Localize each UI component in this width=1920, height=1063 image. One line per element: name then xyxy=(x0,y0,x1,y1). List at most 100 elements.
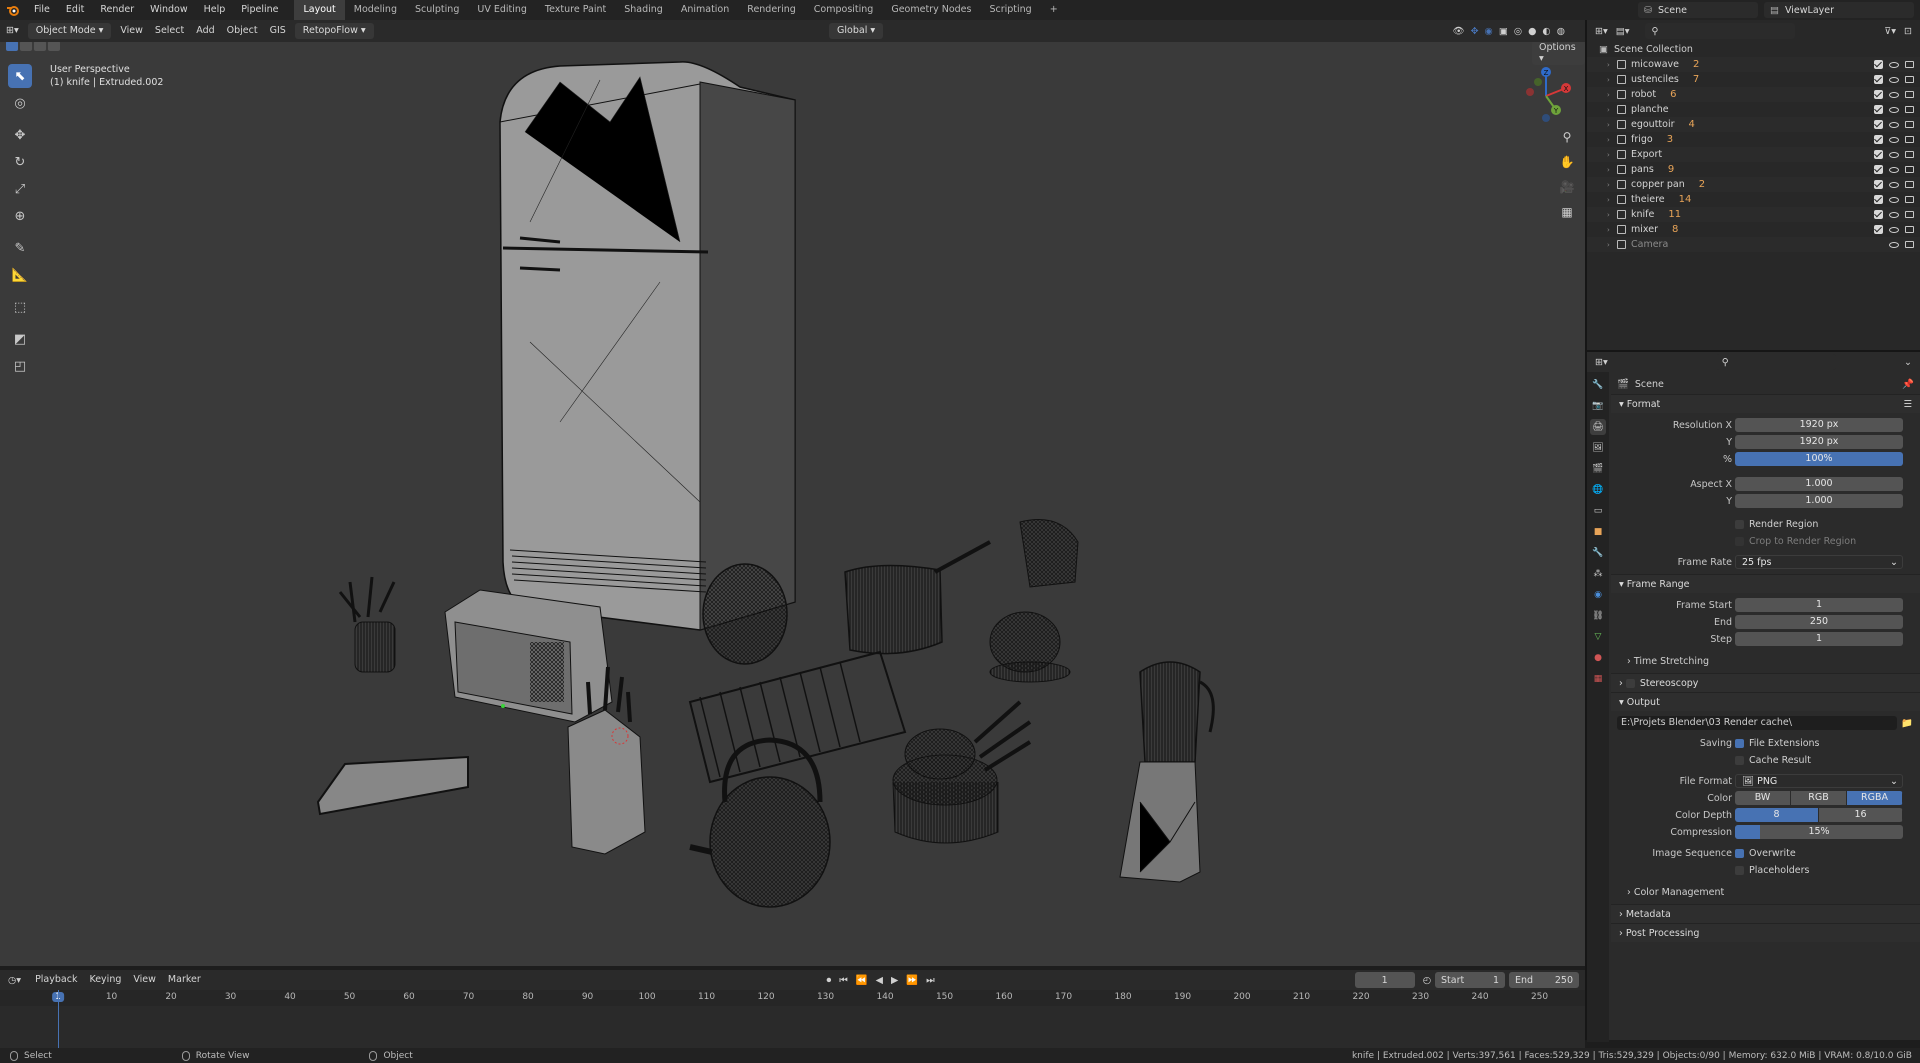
expand-arrow-icon[interactable]: › xyxy=(1607,241,1610,249)
expand-arrow-icon[interactable]: › xyxy=(1607,121,1610,129)
camera-render-icon[interactable] xyxy=(1905,151,1914,158)
chevron-down-icon[interactable]: ⌄ xyxy=(1904,357,1912,368)
file-format-dropdown[interactable]: 🖼 PNG ⌄ xyxy=(1735,774,1903,788)
properties-search-input[interactable]: ⚲ xyxy=(1715,354,1836,370)
menu-help[interactable]: Help xyxy=(196,0,234,20)
next-keyframe-icon[interactable]: ⏩ xyxy=(906,975,918,986)
resolution-x-field[interactable]: 1920 px xyxy=(1735,418,1903,432)
pans-mesh[interactable] xyxy=(892,700,1032,844)
folder-icon[interactable]: 📁 xyxy=(1901,718,1913,729)
view-layer-tab-icon[interactable]: 🖼 xyxy=(1590,440,1606,456)
data-tab-icon[interactable]: ▽ xyxy=(1590,629,1606,645)
timeline-menu-view[interactable]: View xyxy=(127,969,162,991)
include-checkbox[interactable] xyxy=(1874,195,1883,204)
expand-arrow-icon[interactable]: › xyxy=(1607,151,1610,159)
eye-icon[interactable] xyxy=(1889,91,1899,98)
include-checkbox[interactable] xyxy=(1874,210,1883,219)
transform-orientation-dropdown[interactable]: Global ▾ xyxy=(829,23,884,39)
expand-arrow-icon[interactable]: › xyxy=(1607,181,1610,189)
record-icon[interactable]: ⏺ xyxy=(827,975,832,986)
tab-compositing[interactable]: Compositing xyxy=(805,0,883,20)
crop-checkbox[interactable] xyxy=(1735,536,1744,546)
end-frame-field[interactable]: End 250 xyxy=(1509,972,1579,988)
gizmo-icon[interactable]: ✥ xyxy=(1471,26,1479,37)
eye-icon[interactable] xyxy=(1889,106,1899,113)
editor-type-icon[interactable]: ⊞▾ xyxy=(0,20,25,42)
scene-collection-row[interactable]: ▣ Scene Collection xyxy=(1587,42,1920,57)
expand-arrow-icon[interactable]: › xyxy=(1607,211,1610,219)
format-panel-header[interactable]: ▾ Format ☰ xyxy=(1611,394,1920,413)
outliner-item-robot[interactable]: › robot 6 xyxy=(1587,87,1920,102)
resolution-pct-field[interactable]: 100% xyxy=(1735,452,1903,466)
color-option-rgb[interactable]: RGB xyxy=(1791,791,1847,805)
outliner-item-pans[interactable]: › pans 9 xyxy=(1587,162,1920,177)
tab-shading[interactable]: Shading xyxy=(615,0,672,20)
include-checkbox[interactable] xyxy=(1874,225,1883,234)
editor-type-icon[interactable]: ◷▾ xyxy=(0,975,29,986)
include-checkbox[interactable] xyxy=(1874,120,1883,129)
timeline-menu-keying[interactable]: Keying xyxy=(83,969,127,991)
timeline-menu-marker[interactable]: Marker xyxy=(162,969,207,991)
camera-render-icon[interactable] xyxy=(1905,226,1914,233)
eye-icon[interactable] xyxy=(1889,241,1899,248)
outliner-item-planche[interactable]: › planche xyxy=(1587,102,1920,117)
menu-edit[interactable]: Edit xyxy=(58,0,92,20)
tab-rendering[interactable]: Rendering xyxy=(738,0,805,20)
outliner-item-camera[interactable]: › Camera xyxy=(1587,237,1920,252)
object-tab-icon[interactable]: ■ xyxy=(1590,524,1606,540)
add-workspace-button[interactable]: + xyxy=(1041,0,1067,20)
compression-slider[interactable]: 15% xyxy=(1735,825,1903,839)
utensils-mesh[interactable] xyxy=(338,576,396,673)
camera-render-icon[interactable] xyxy=(1905,196,1914,203)
rendered-shading-icon[interactable]: ◍ xyxy=(1557,26,1565,37)
aspect-x-field[interactable]: 1.000 xyxy=(1735,477,1903,491)
frame-range-panel-header[interactable]: ▾ Frame Range xyxy=(1611,574,1920,593)
expand-arrow-icon[interactable]: › xyxy=(1607,226,1610,234)
eye-icon[interactable] xyxy=(1889,181,1899,188)
menu-window[interactable]: Window xyxy=(142,0,195,20)
xray-icon[interactable]: ▣ xyxy=(1499,26,1508,37)
camera-render-icon[interactable] xyxy=(1905,166,1914,173)
outliner-item-egouttoir[interactable]: › egouttoir 4 xyxy=(1587,117,1920,132)
outliner-item-theiere[interactable]: › theiere 14 xyxy=(1587,192,1920,207)
post-processing-panel-header[interactable]: › Post Processing xyxy=(1611,923,1920,942)
resolution-y-field[interactable]: 1920 px xyxy=(1735,435,1903,449)
eye-icon[interactable] xyxy=(1889,121,1899,128)
placeholders-checkbox[interactable] xyxy=(1735,865,1744,875)
tab-uv-editing[interactable]: UV Editing xyxy=(468,0,536,20)
overlay-icon[interactable]: ◉ xyxy=(1485,26,1493,37)
frame-start-field[interactable]: 1 xyxy=(1735,598,1903,612)
expand-arrow-icon[interactable]: › xyxy=(1607,76,1610,84)
modifier-tab-icon[interactable]: 🔧 xyxy=(1590,545,1606,561)
eye-icon[interactable] xyxy=(1889,61,1899,68)
frame-ruler[interactable]: 1102030405060708090100110120130140150160… xyxy=(0,990,1585,1006)
frame-step-field[interactable]: 1 xyxy=(1735,632,1903,646)
retopoflow-dropdown[interactable]: RetopoFlow ▾ xyxy=(294,23,374,39)
include-checkbox[interactable] xyxy=(1874,105,1883,114)
include-checkbox[interactable] xyxy=(1874,165,1883,174)
expand-arrow-icon[interactable]: › xyxy=(1607,106,1610,114)
eye-icon[interactable] xyxy=(1889,226,1899,233)
render-region-checkbox[interactable] xyxy=(1735,519,1744,529)
metadata-panel-header[interactable]: › Metadata xyxy=(1611,904,1920,923)
timeline-menu-playback[interactable]: Playback xyxy=(29,969,83,991)
constraints-tab-icon[interactable]: ⛓ xyxy=(1590,608,1606,624)
3d-viewport[interactable]: User Perspective (1) knife | Extruded.00… xyxy=(0,42,1585,966)
gis-menu[interactable]: GIS xyxy=(264,20,292,42)
include-checkbox[interactable] xyxy=(1874,135,1883,144)
time-stretching-subpanel[interactable]: › Time Stretching xyxy=(1611,653,1920,669)
outliner-item-micowave[interactable]: › micowave 2 xyxy=(1587,57,1920,72)
blender-logo-icon[interactable] xyxy=(0,0,26,20)
material-shading-icon[interactable]: ◐ xyxy=(1542,26,1550,37)
outliner-item-copper-pan[interactable]: › copper pan 2 xyxy=(1587,177,1920,192)
outliner-item-frigo[interactable]: › frigo 3 xyxy=(1587,132,1920,147)
playhead[interactable] xyxy=(58,990,59,1048)
camera-render-icon[interactable] xyxy=(1905,61,1914,68)
output-panel-header[interactable]: ▾ Output xyxy=(1611,692,1920,711)
expand-arrow-icon[interactable]: › xyxy=(1607,196,1610,204)
viewport-menu-add[interactable]: Add xyxy=(190,20,220,42)
play-reverse-icon[interactable]: ◀ xyxy=(876,975,883,986)
physics-tab-icon[interactable]: ◉ xyxy=(1590,587,1606,603)
viewport-menu-view[interactable]: View xyxy=(114,20,149,42)
frame-rate-dropdown[interactable]: 25 fps ⌄ xyxy=(1735,555,1903,569)
